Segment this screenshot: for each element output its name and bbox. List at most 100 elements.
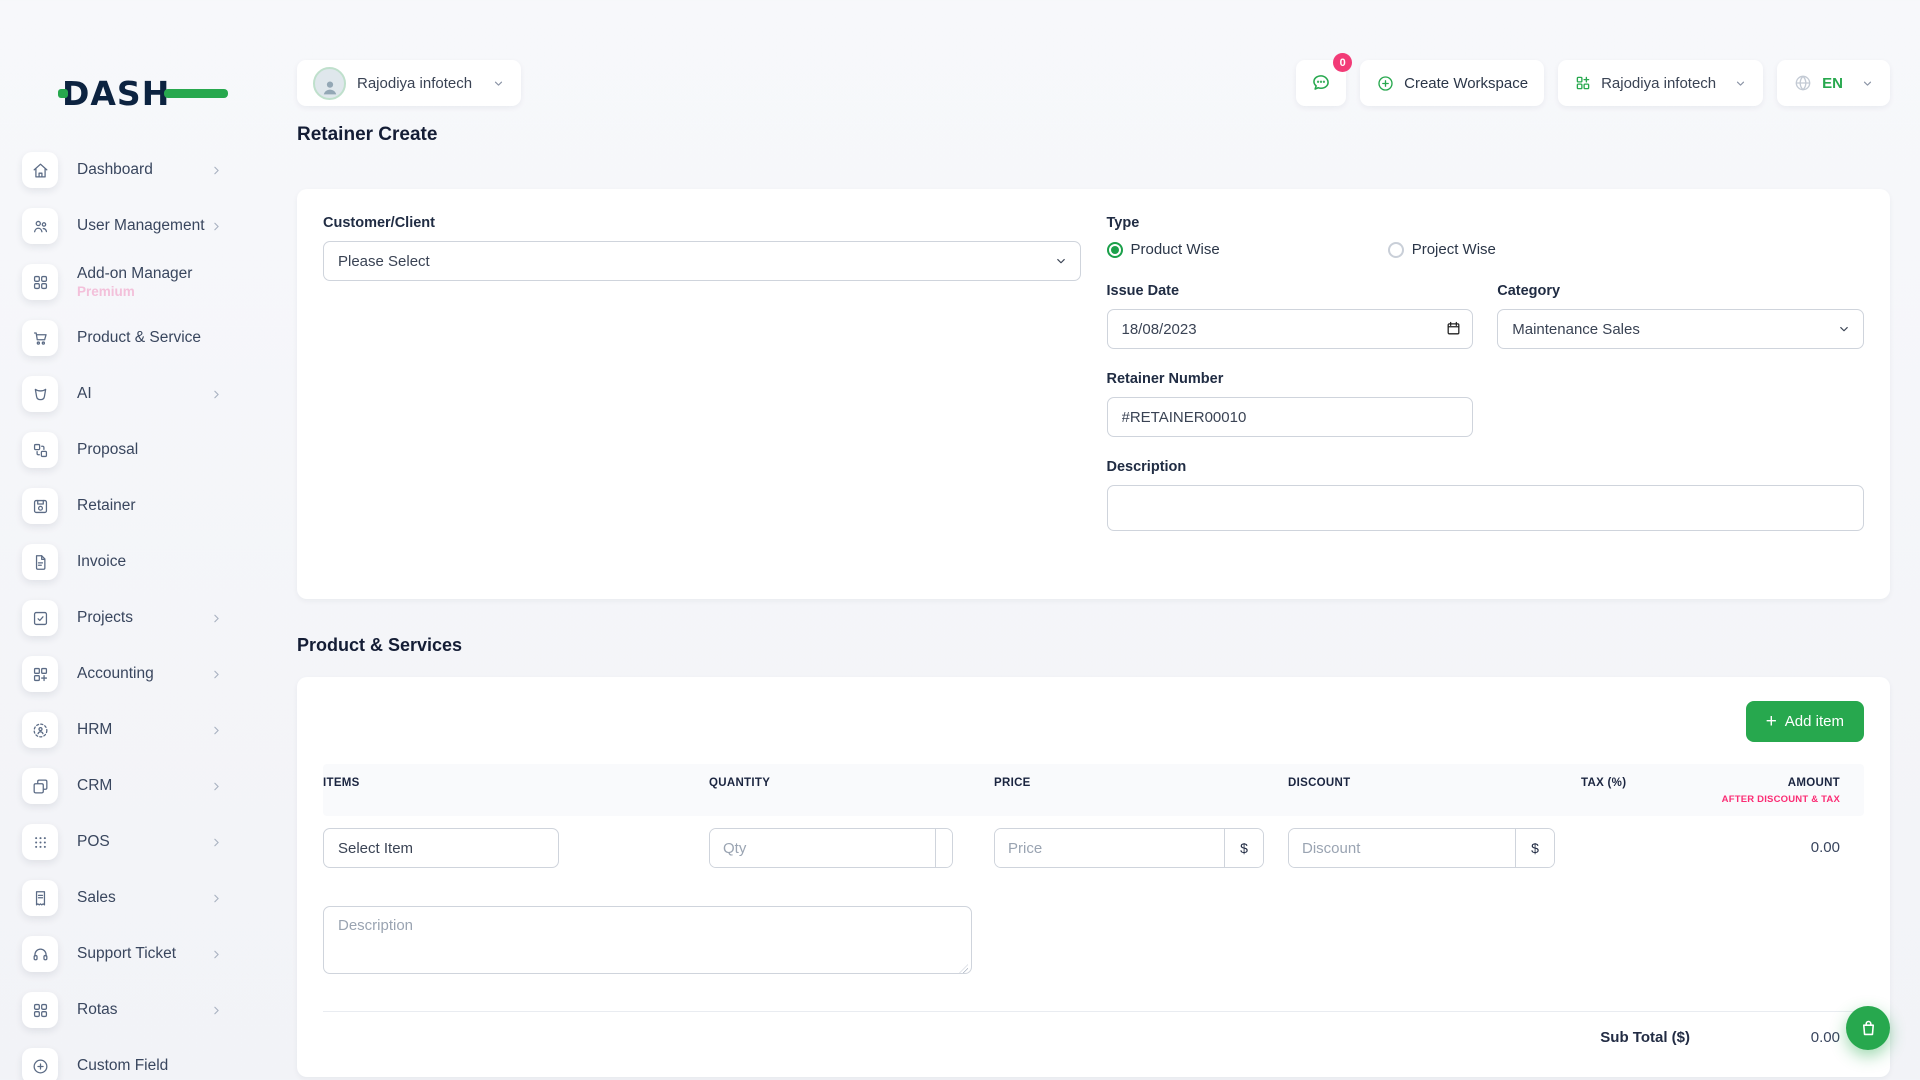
home-icon <box>22 152 58 188</box>
workspace-switcher-label: Rajodiya infotech <box>357 75 472 92</box>
col-tax: TAX (%) <box>1581 777 1711 789</box>
col-amount-note: AFTER DISCOUNT & TAX <box>1711 794 1840 805</box>
chevron-right-icon <box>210 164 223 177</box>
sidebar-item-label: Sales <box>77 889 116 906</box>
language-label: EN <box>1822 75 1843 92</box>
radio-project-wise-label: Project Wise <box>1412 241 1496 258</box>
item-row: Select Item $ $ 0.00 <box>323 828 1864 868</box>
globe-icon <box>1793 73 1813 93</box>
sidebar-item-crm[interactable]: CRM <box>22 758 285 814</box>
customer-select-value: Please Select <box>338 253 430 270</box>
plus-icon: + <box>1766 712 1777 731</box>
sidebar-item-retainer[interactable]: Retainer <box>22 478 285 534</box>
chevron-down-icon <box>1734 77 1747 90</box>
discount-input[interactable] <box>1289 829 1515 867</box>
circle-plus-icon <box>22 1048 58 1080</box>
sidebar-item-ai[interactable]: AI <box>22 366 285 422</box>
col-items: ITEMS <box>323 777 709 789</box>
form-left-column: Customer/Client Please Select <box>323 215 1081 573</box>
category-label: Category <box>1497 283 1864 299</box>
sidebar-item-label: Custom Field <box>77 1057 168 1074</box>
sidebar-item-sales[interactable]: Sales <box>22 870 285 926</box>
language-select[interactable]: EN <box>1777 60 1890 106</box>
workspace-switcher[interactable]: Rajodiya infotech <box>297 60 521 106</box>
sidebar: DASH Dashboard User Management Add-on Ma… <box>0 0 285 1080</box>
brand-logo[interactable]: DASH <box>62 74 212 110</box>
sidebar-item-custom-field[interactable]: Custom Field <box>22 1038 285 1080</box>
sidebar-item-label: Dashboard <box>77 161 153 178</box>
sidebar-item-accounting[interactable]: Accounting <box>22 646 285 702</box>
type-label: Type <box>1107 215 1865 231</box>
chevron-down-icon <box>1837 322 1851 336</box>
sidebar-item-label: Retainer <box>77 497 136 514</box>
cart-icon <box>22 320 58 356</box>
sidebar-item-invoice[interactable]: Invoice <box>22 534 285 590</box>
sidebar-item-support-ticket[interactable]: Support Ticket <box>22 926 285 982</box>
grid-icon <box>22 264 58 300</box>
add-item-button[interactable]: + Add item <box>1746 701 1864 742</box>
sidebar-nav: Dashboard User Management Add-on Manager… <box>22 142 285 1080</box>
sidebar-item-label: POS <box>77 833 110 850</box>
subtotal-label: Sub Total ($) <box>1600 1029 1690 1046</box>
cart-floating-button[interactable] <box>1846 1006 1890 1050</box>
resize-handle-icon[interactable] <box>959 964 968 973</box>
create-workspace-button[interactable]: Create Workspace <box>1360 60 1544 106</box>
radio-product-wise[interactable] <box>1107 242 1123 258</box>
sidebar-item-addon-manager[interactable]: Add-on Manager Premium <box>22 254 285 310</box>
form-right-column: Type Product Wise Project Wise Issue Dat… <box>1107 215 1865 573</box>
category-select[interactable]: Maintenance Sales <box>1497 309 1864 349</box>
sidebar-item-label: Product & Service <box>77 329 201 346</box>
messages-button[interactable]: 0 <box>1296 60 1346 106</box>
sidebar-item-label: HRM <box>77 721 112 738</box>
radio-product-wise-label: Product Wise <box>1131 241 1220 258</box>
chevron-right-icon <box>210 668 223 681</box>
calendar-icon[interactable] <box>1445 320 1462 337</box>
price-field: $ <box>994 828 1264 868</box>
sidebar-item-label: Add-on Manager <box>77 265 192 282</box>
sidebar-item-label: AI <box>77 385 92 402</box>
products-card: + Add item ITEMS QUANTITY PRICE DISCOUNT… <box>297 677 1890 1077</box>
sidebar-item-label: User Management <box>77 217 205 234</box>
sidebar-item-pos[interactable]: POS <box>22 814 285 870</box>
user-scan-icon <box>22 712 58 748</box>
sidebar-item-proposal[interactable]: Proposal <box>22 422 285 478</box>
sidebar-item-label: CRM <box>77 777 112 794</box>
grid-icon <box>22 992 58 1028</box>
discount-currency-suffix: $ <box>1515 829 1554 867</box>
active-workspace-select[interactable]: Rajodiya infotech <box>1558 60 1763 106</box>
qty-input[interactable] <box>710 829 935 867</box>
price-input[interactable] <box>995 829 1224 867</box>
item-select-value: Select Item <box>338 840 413 857</box>
col-amount: AMOUNT <box>1711 777 1840 789</box>
items-table-footer: Sub Total ($) 0.00 <box>323 1011 1864 1046</box>
sidebar-item-projects[interactable]: Projects <box>22 590 285 646</box>
customer-select[interactable]: Please Select <box>323 241 1081 281</box>
item-select[interactable]: Select Item <box>323 828 559 868</box>
price-currency-suffix: $ <box>1224 829 1263 867</box>
create-workspace-label: Create Workspace <box>1404 75 1528 92</box>
check-square-icon <box>22 600 58 636</box>
radio-project-wise[interactable] <box>1388 242 1404 258</box>
subtotal-value: 0.00 <box>1690 1029 1840 1046</box>
sidebar-item-product-service[interactable]: Product & Service <box>22 310 285 366</box>
chat-icon <box>1310 72 1332 94</box>
sidebar-item-dashboard[interactable]: Dashboard <box>22 142 285 198</box>
chevron-right-icon <box>210 836 223 849</box>
logo-dot <box>58 89 68 98</box>
retainer-number-input[interactable] <box>1107 397 1474 437</box>
sidebar-item-user-management[interactable]: User Management <box>22 198 285 254</box>
item-description-textarea[interactable] <box>323 906 972 974</box>
discount-field: $ <box>1288 828 1555 868</box>
issue-date-input[interactable] <box>1107 309 1474 349</box>
description-textarea[interactable] <box>1107 485 1865 531</box>
chevron-right-icon <box>210 612 223 625</box>
sidebar-item-hrm[interactable]: HRM <box>22 702 285 758</box>
chevron-down-icon <box>1054 254 1068 268</box>
workflow-icon <box>22 432 58 468</box>
col-discount: DISCOUNT <box>1288 777 1581 789</box>
customer-label: Customer/Client <box>323 215 1081 231</box>
qty-spinner[interactable] <box>935 829 952 867</box>
sidebar-item-rotas[interactable]: Rotas <box>22 982 285 1038</box>
description-label: Description <box>1107 459 1865 475</box>
col-price: PRICE <box>994 777 1288 789</box>
